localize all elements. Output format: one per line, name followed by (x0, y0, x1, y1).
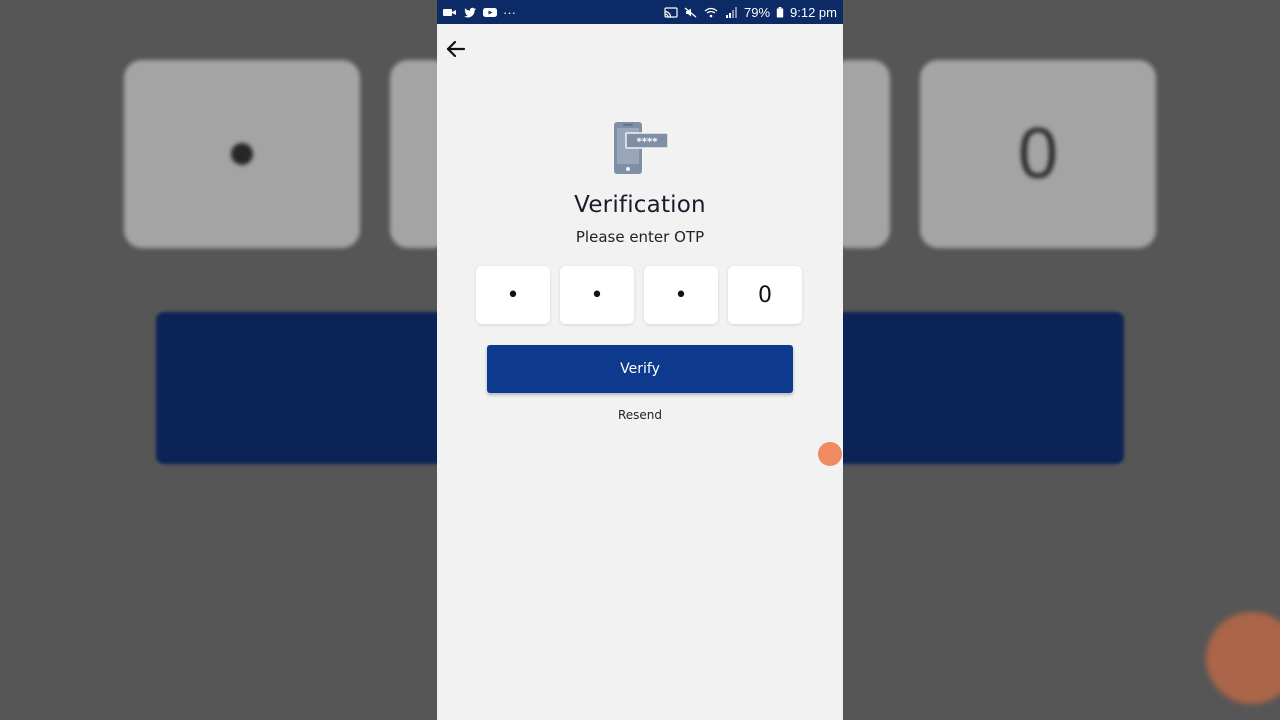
resend-link[interactable]: Resend (437, 408, 843, 422)
phone-screen: ··· 79% 9:12 pm **** Verification Please… (437, 0, 843, 720)
bg-zero: 0 (1017, 114, 1059, 194)
wifi-icon (704, 7, 718, 17)
bg-dot (231, 143, 253, 165)
signal-icon (725, 6, 737, 18)
verify-button[interactable]: Verify (487, 345, 793, 393)
otp-digit-3[interactable]: • (644, 266, 718, 324)
more-dots-icon: ··· (503, 4, 516, 20)
mute-icon (684, 6, 697, 18)
status-time: 9:12 pm (790, 4, 837, 20)
otp-mask-text: **** (637, 137, 659, 148)
otp-input-row: • • • 0 (476, 266, 802, 324)
otp-digit-1[interactable]: • (476, 266, 550, 324)
youtube-icon (483, 7, 497, 17)
back-button[interactable] (441, 34, 471, 64)
status-left-icons: ··· (443, 5, 516, 20)
status-right-icons: 79% 9:12 pm (664, 5, 837, 20)
bg-floating-orb (1206, 612, 1280, 704)
battery-percent: 79% (743, 4, 771, 20)
bg-button-left (156, 312, 446, 464)
otp-digit-2[interactable]: • (560, 266, 634, 324)
video-app-icon (443, 8, 456, 16)
twitter-icon (464, 7, 476, 17)
bg-button-right (830, 312, 1124, 464)
phone-otp-icon: **** (614, 122, 669, 174)
otp-digit-4[interactable]: 0 (728, 266, 802, 324)
bg-otp-box: 0 (920, 60, 1156, 248)
battery-icon (776, 6, 784, 18)
bg-otp-box (124, 60, 360, 248)
page-title: Verification (574, 192, 706, 218)
page-subtitle: Please enter OTP (575, 228, 705, 246)
arrow-left-icon (446, 41, 466, 57)
floating-badge[interactable] (818, 442, 842, 466)
cast-icon (664, 6, 678, 18)
status-bar: ··· 79% 9:12 pm (437, 0, 843, 24)
